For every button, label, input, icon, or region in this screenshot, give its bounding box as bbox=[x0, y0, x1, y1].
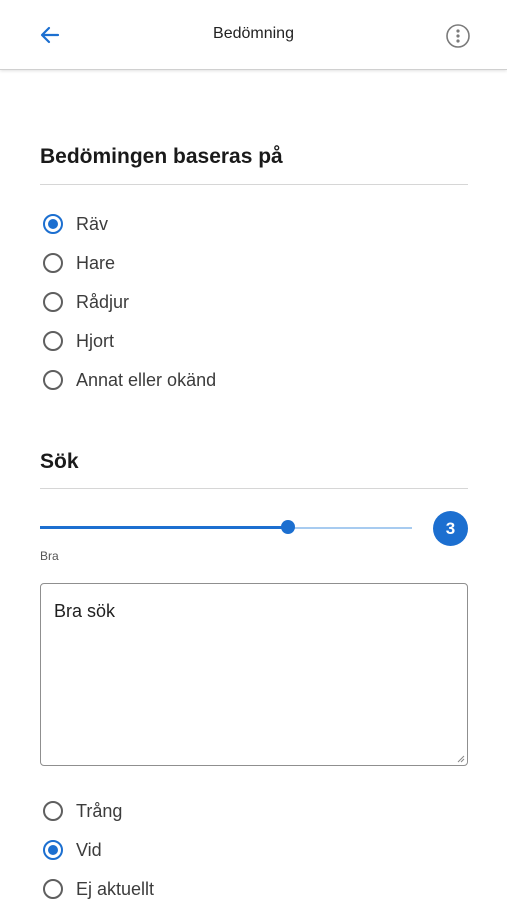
radio-label: Rådjur bbox=[76, 291, 130, 312]
radio-label: Ej aktuellt bbox=[76, 878, 155, 899]
comment-text: Bra sök bbox=[54, 601, 116, 621]
radio-button-checked[interactable] bbox=[43, 214, 63, 234]
more-vertical-circle-icon bbox=[446, 24, 470, 48]
radio-label: Vid bbox=[76, 839, 102, 860]
radio-option-radjur[interactable]: Rådjur bbox=[40, 287, 129, 317]
basis-divider bbox=[40, 184, 468, 185]
radio-option-annat[interactable]: Annat eller okänd bbox=[40, 365, 216, 395]
more-options-button[interactable] bbox=[440, 21, 476, 51]
radio-button[interactable] bbox=[43, 801, 63, 821]
radio-label: Trång bbox=[76, 800, 123, 821]
slider-value-badge: 3 bbox=[433, 511, 468, 546]
radio-option-vid[interactable]: Vid bbox=[40, 835, 102, 865]
radio-option-rav[interactable]: Räv bbox=[40, 209, 108, 239]
radio-button[interactable] bbox=[43, 253, 63, 273]
radio-option-trang[interactable]: Trång bbox=[40, 796, 122, 826]
search-section-title: Sök bbox=[40, 450, 79, 473]
search-divider bbox=[40, 488, 468, 489]
radio-option-hjort[interactable]: Hjort bbox=[40, 326, 114, 356]
resize-grip-icon[interactable] bbox=[457, 755, 465, 763]
radio-label: Räv bbox=[76, 213, 109, 234]
radio-button[interactable] bbox=[43, 879, 63, 899]
radio-label: Hare bbox=[76, 252, 116, 273]
radio-button[interactable] bbox=[43, 370, 63, 390]
radio-label: Hjort bbox=[76, 330, 115, 351]
page-title: Bedömning bbox=[213, 25, 294, 42]
rating-slider[interactable] bbox=[40, 511, 415, 545]
radio-button[interactable] bbox=[43, 292, 63, 312]
slider-thumb[interactable] bbox=[281, 520, 295, 534]
radio-label: Annat eller okänd bbox=[76, 369, 217, 390]
radio-button-checked[interactable] bbox=[43, 840, 63, 860]
radio-button[interactable] bbox=[43, 331, 63, 351]
radio-option-hare[interactable]: Hare bbox=[40, 248, 115, 278]
slider-caption: Bra bbox=[40, 549, 59, 563]
slider-fill bbox=[40, 526, 288, 529]
comment-textarea[interactable]: Bra sök bbox=[40, 583, 468, 766]
basis-section-title: Bedömingen baseras på bbox=[40, 145, 283, 168]
app-bar: Bedömning bbox=[0, 0, 507, 70]
